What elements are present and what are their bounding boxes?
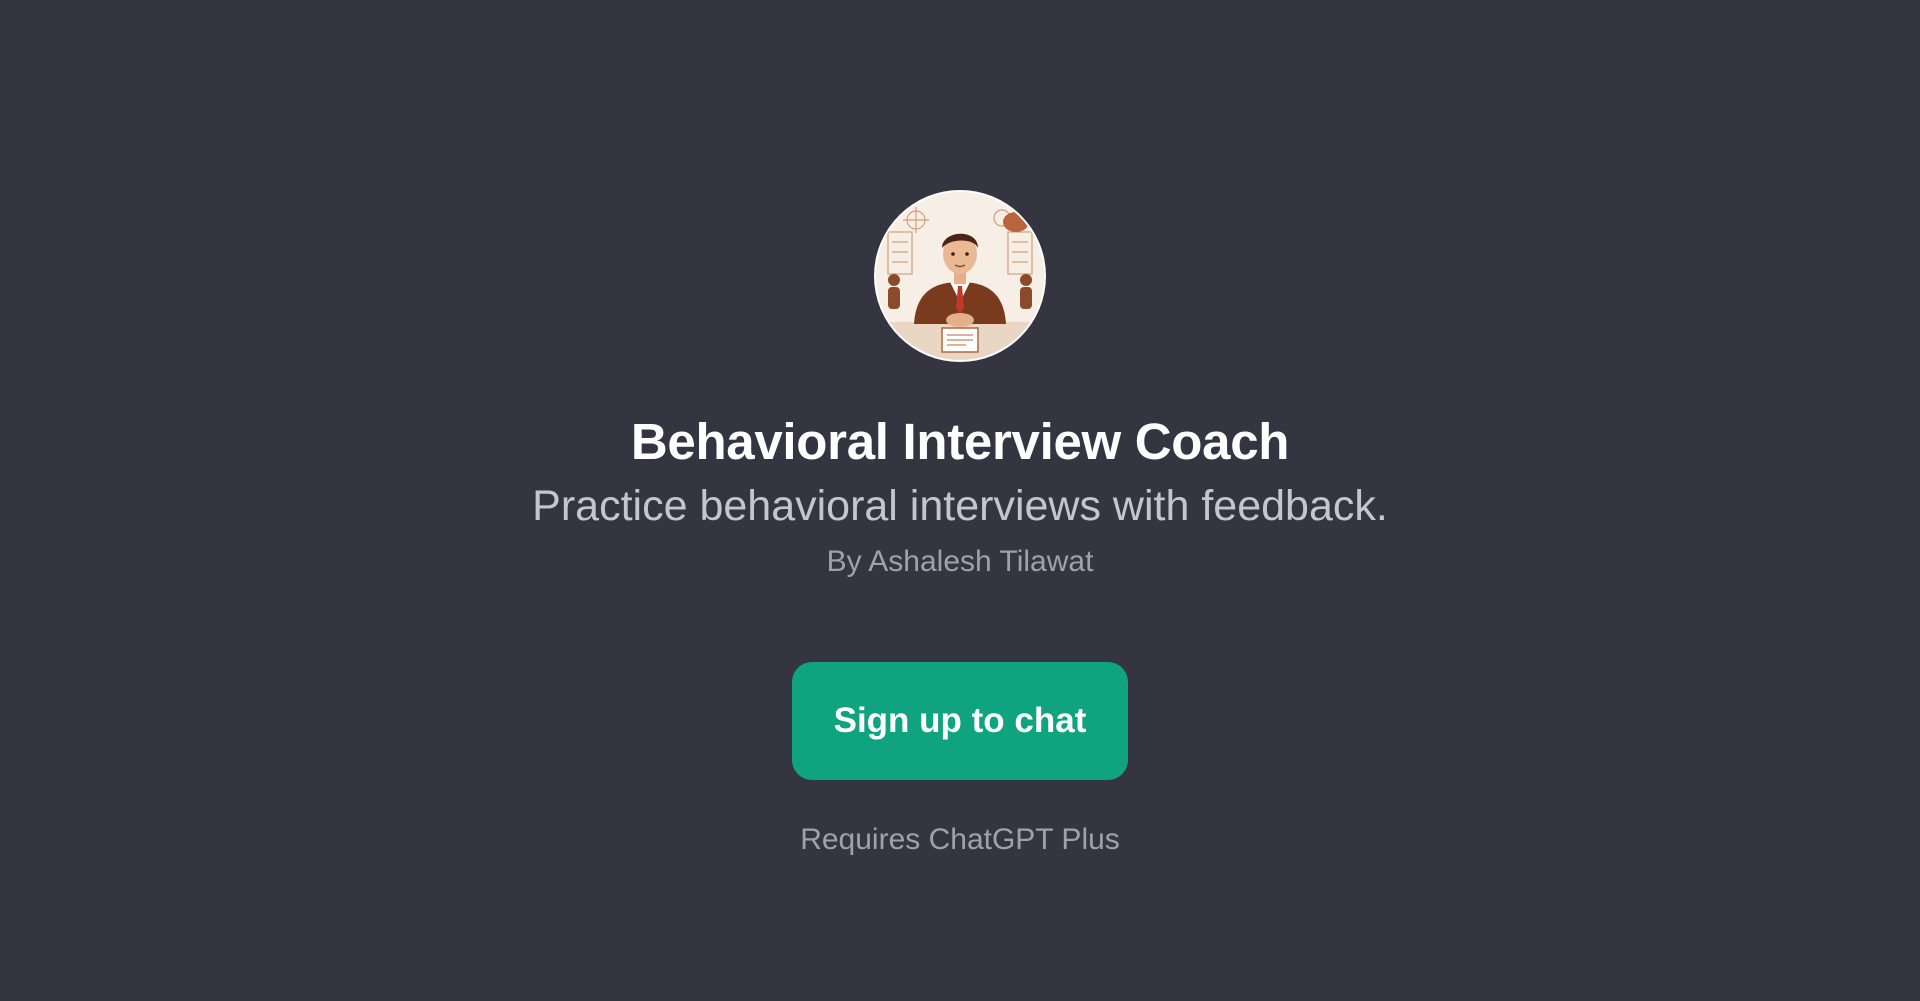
- gpt-author: By Ashalesh Tilawat: [826, 545, 1094, 578]
- gpt-avatar: [876, 192, 1044, 360]
- gpt-landing-page: Behavioral Interview Coach Practice beha…: [0, 0, 1920, 1001]
- plus-requirement-note: Requires ChatGPT Plus: [800, 823, 1120, 856]
- gpt-description: Practice behavioral interviews with feed…: [532, 482, 1388, 530]
- sign-up-to-chat-button[interactable]: Sign up to chat: [792, 662, 1128, 780]
- gpt-title: Behavioral Interview Coach: [630, 413, 1290, 470]
- interview-coach-portrait-icon: [876, 192, 1044, 360]
